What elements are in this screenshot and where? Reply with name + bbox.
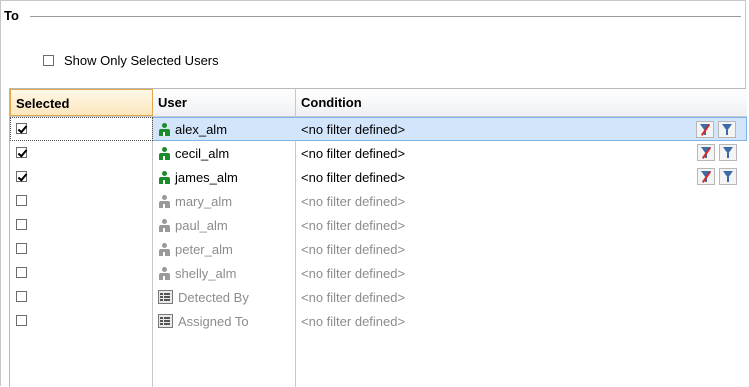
row-select-checkbox[interactable] xyxy=(16,291,27,302)
section-title: To xyxy=(4,8,23,23)
user-icon xyxy=(158,194,170,208)
selected-cell[interactable] xyxy=(10,189,153,213)
condition-cell[interactable]: <no filter defined> xyxy=(296,141,747,165)
set-filter-button[interactable] xyxy=(719,168,737,185)
column-header-selected[interactable]: Selected xyxy=(10,89,153,116)
row-select-checkbox[interactable] xyxy=(16,243,27,254)
user-cell[interactable]: alex_alm xyxy=(153,117,296,141)
condition-text: <no filter defined> xyxy=(301,121,406,137)
condition-text: <no filter defined> xyxy=(301,289,406,305)
user-name: paul_alm xyxy=(175,217,228,233)
user-name: peter_alm xyxy=(175,241,233,257)
table-row[interactable]: mary_alm <no filter defined> xyxy=(10,189,747,213)
condition-cell[interactable]: <no filter defined> xyxy=(296,165,747,189)
user-name: Detected By xyxy=(178,289,249,305)
user-icon xyxy=(158,146,170,160)
condition-text: <no filter defined> xyxy=(301,265,406,281)
table-row[interactable]: peter_alm <no filter defined> xyxy=(10,237,747,261)
column-header-condition[interactable]: Condition xyxy=(296,89,747,116)
user-name: james_alm xyxy=(175,169,238,185)
set-filter-button[interactable] xyxy=(718,121,736,138)
show-only-selected-users-label[interactable]: Show Only Selected Users xyxy=(64,53,219,68)
user-name: mary_alm xyxy=(175,193,233,209)
condition-cell[interactable]: <no filter defined> xyxy=(296,117,747,141)
row-select-checkbox[interactable] xyxy=(16,123,27,134)
user-icon xyxy=(158,242,170,256)
row-select-checkbox[interactable] xyxy=(16,147,27,158)
user-cell[interactable]: Assigned To xyxy=(153,309,296,333)
condition-cell[interactable]: <no filter defined> xyxy=(296,309,747,333)
condition-text: <no filter defined> xyxy=(301,217,406,233)
show-only-selected-users-checkbox[interactable] xyxy=(43,55,54,66)
user-cell[interactable]: peter_alm xyxy=(153,237,296,261)
user-icon xyxy=(158,122,170,136)
selected-cell[interactable] xyxy=(10,165,153,189)
table-row[interactable]: Detected By <no filter defined> xyxy=(10,285,747,309)
table-row[interactable]: james_alm <no filter defined> xyxy=(10,165,747,189)
table-row[interactable]: paul_alm <no filter defined> xyxy=(10,213,747,237)
row-select-checkbox[interactable] xyxy=(16,171,27,182)
row-select-checkbox[interactable] xyxy=(16,219,27,230)
user-cell[interactable]: cecil_alm xyxy=(153,141,296,165)
clear-filter-button[interactable] xyxy=(697,144,715,161)
filter-buttons xyxy=(697,144,737,161)
selected-cell[interactable] xyxy=(10,285,153,309)
table-row[interactable]: shelly_alm <no filter defined> xyxy=(10,261,747,285)
field-icon xyxy=(158,314,173,328)
recipients-grid: Selected User Condition alex_alm <no filt… xyxy=(9,88,747,387)
user-name: cecil_alm xyxy=(175,145,230,161)
row-select-checkbox[interactable] xyxy=(16,195,27,206)
table-row[interactable]: Assigned To <no filter defined> xyxy=(10,309,747,333)
table-row[interactable]: cecil_alm <no filter defined> xyxy=(10,141,747,165)
row-select-checkbox[interactable] xyxy=(16,267,27,278)
user-cell[interactable]: mary_alm xyxy=(153,189,296,213)
filter-buttons xyxy=(697,168,737,185)
user-name: alex_alm xyxy=(175,121,228,137)
table-row[interactable]: alex_alm <no filter defined> xyxy=(10,117,747,141)
grid-header: Selected User Condition xyxy=(10,89,747,117)
row-select-checkbox[interactable] xyxy=(16,315,27,326)
condition-cell[interactable]: <no filter defined> xyxy=(296,213,747,237)
condition-text: <no filter defined> xyxy=(301,169,406,185)
selected-cell[interactable] xyxy=(10,261,153,285)
condition-text: <no filter defined> xyxy=(301,193,406,209)
condition-text: <no filter defined> xyxy=(301,145,406,161)
clear-filter-button[interactable] xyxy=(696,121,714,138)
user-cell[interactable]: Detected By xyxy=(153,285,296,309)
user-name: Assigned To xyxy=(178,313,249,329)
condition-text: <no filter defined> xyxy=(301,241,406,257)
condition-cell[interactable]: <no filter defined> xyxy=(296,189,747,213)
condition-cell[interactable]: <no filter defined> xyxy=(296,285,747,309)
show-only-selected-users-option[interactable]: Show Only Selected Users xyxy=(43,53,219,68)
selected-cell[interactable] xyxy=(10,309,153,333)
selected-cell[interactable] xyxy=(10,213,153,237)
user-icon xyxy=(158,266,170,280)
user-icon xyxy=(158,218,170,232)
field-icon xyxy=(158,290,173,304)
condition-text: <no filter defined> xyxy=(301,313,406,329)
selected-cell[interactable] xyxy=(10,141,153,165)
condition-cell[interactable]: <no filter defined> xyxy=(296,237,747,261)
set-filter-button[interactable] xyxy=(719,144,737,161)
user-name: shelly_alm xyxy=(175,265,237,281)
user-icon xyxy=(158,170,170,184)
column-header-user[interactable]: User xyxy=(153,89,296,116)
condition-cell[interactable]: <no filter defined> xyxy=(296,261,747,285)
clear-filter-button[interactable] xyxy=(697,168,715,185)
group-divider xyxy=(30,16,741,17)
user-cell[interactable]: james_alm xyxy=(153,165,296,189)
filter-buttons xyxy=(696,121,736,138)
user-cell[interactable]: shelly_alm xyxy=(153,261,296,285)
selected-cell[interactable] xyxy=(10,117,153,141)
selected-cell[interactable] xyxy=(10,237,153,261)
user-cell[interactable]: paul_alm xyxy=(153,213,296,237)
